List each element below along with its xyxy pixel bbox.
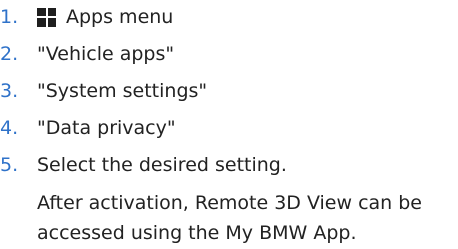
step-content: Apps menu <box>37 6 173 28</box>
step-number: 1. <box>0 6 19 28</box>
activation-note: After activation, Remote 3D View can be … <box>37 192 423 244</box>
step-number: 4. <box>0 117 19 139</box>
step-label: "System settings" <box>37 80 208 102</box>
step-label: "Data privacy" <box>37 117 176 139</box>
step-label: Select the desired setting. <box>37 154 287 176</box>
apps-grid-icon <box>37 7 56 27</box>
step-number: 2. <box>0 43 19 65</box>
step-number: 5. <box>0 154 19 176</box>
step-label: "Vehicle apps" <box>37 43 175 65</box>
step-number: 3. <box>0 80 19 102</box>
step-label: Apps menu <box>66 6 174 28</box>
